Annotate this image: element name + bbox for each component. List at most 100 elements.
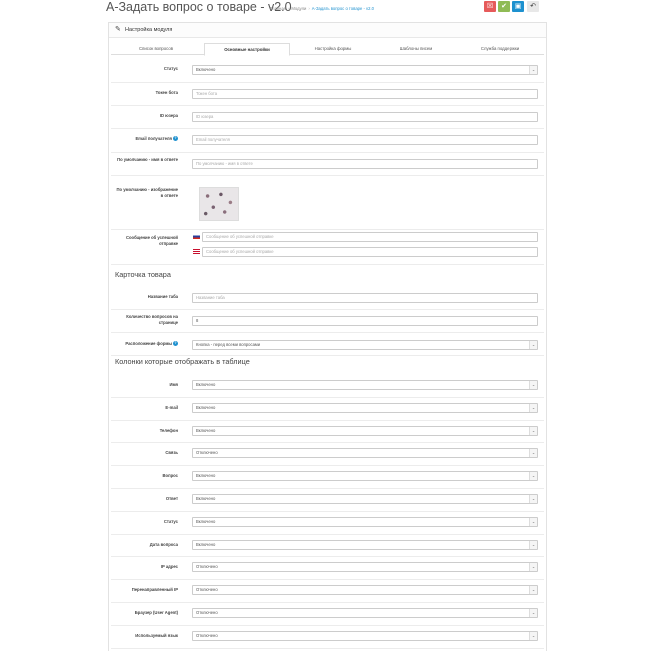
form-row: Токен бота Токен бота: [111, 82, 544, 106]
field-label-text: Сообщение об успешной отправке: [125, 235, 178, 246]
select-field[interactable]: Включено ⌄: [192, 471, 538, 482]
field-label-text: Ответ: [165, 496, 178, 501]
english-flag-icon: [193, 249, 200, 254]
field-label-text: Статус: [163, 518, 178, 524]
input-placeholder: ID юзера: [196, 114, 214, 119]
field-label-text: По умолчанию - имя в ответе: [117, 157, 178, 162]
select-value: Включено: [196, 496, 216, 501]
field-label-text: Имя: [169, 382, 178, 387]
field-label: Email получателя?: [114, 136, 178, 142]
select-value: Кнопка - перед всеми вопросами: [196, 342, 261, 347]
select-field[interactable]: Кнопка - перед всеми вопросами ⌄: [192, 340, 538, 350]
select-field[interactable]: Отключено ⌄: [192, 630, 538, 641]
field-label: Токен бота: [114, 90, 178, 96]
field-label: Количество вопросов на странице: [114, 314, 178, 326]
chevron-down-icon: ⌄: [529, 341, 537, 349]
form-row: Статус Включено ⌄: [111, 511, 544, 535]
text-input[interactable]: Название таба: [192, 293, 538, 303]
text-input[interactable]: Email получателя: [192, 135, 538, 145]
select-field[interactable]: Включено ⌄: [192, 516, 538, 527]
chevron-down-icon: ⌄: [529, 403, 537, 412]
select-field[interactable]: Отключено ⌄: [192, 562, 538, 573]
form-row: Имя Включено ⌄: [111, 374, 544, 398]
field-label-text: Используемый язык: [135, 632, 178, 638]
save-button[interactable]: ✔: [498, 1, 510, 12]
form-row: Расположение формы? Кнопка - перед всеми …: [111, 333, 544, 356]
form-row: E-mail Включено ⌄: [111, 397, 544, 421]
select-field[interactable]: Включено ⌄: [192, 380, 538, 390]
back-button[interactable]: ↶: [527, 1, 539, 12]
field-label-text: Статус: [163, 66, 178, 71]
select-field[interactable]: Отключено ⌄: [192, 585, 538, 596]
text-input[interactable]: 8: [192, 316, 538, 326]
default-image-thumbnail[interactable]: [199, 187, 239, 221]
select-field[interactable]: Включено ⌄: [192, 494, 538, 504]
tab-0[interactable]: Список вопросов: [111, 43, 201, 54]
field-label-text: Количество вопросов на странице: [126, 314, 178, 325]
select-value: Включено: [196, 382, 216, 387]
select-field[interactable]: Включено ⌄: [192, 65, 538, 75]
select-field[interactable]: Включено ⌄: [192, 402, 538, 413]
tab-3[interactable]: Шаблоны писем: [378, 43, 454, 54]
help-icon[interactable]: ?: [173, 136, 178, 142]
tab-bar: Список вопросов Основные настройки Настрой…: [111, 43, 544, 56]
select-field[interactable]: Отключено ⌄: [192, 608, 538, 618]
chevron-down-icon: ⌄: [529, 66, 537, 74]
field-label-text: E-mail: [165, 404, 178, 410]
tab-4[interactable]: Служба поддержки: [456, 43, 544, 54]
select-value: Включено: [196, 473, 216, 479]
text-input[interactable]: Сообщение об успешной отправке: [202, 232, 538, 242]
text-input[interactable]: Сообщение об успешной отправке: [202, 247, 538, 257]
input-placeholder: Токен бота: [196, 91, 218, 96]
select-field[interactable]: Включено ⌄: [192, 425, 538, 436]
field-label: Статус: [114, 66, 178, 72]
field-label: Дата вопроса: [114, 542, 178, 548]
settings-panel: ✎ Настройка модуля Список вопросов Основн…: [108, 22, 547, 651]
select-value: Отключено: [196, 564, 218, 570]
select-value: Включено: [196, 541, 216, 547]
chevron-down-icon: ⌄: [529, 563, 537, 572]
chevron-down-icon: ⌄: [529, 426, 537, 435]
russian-flag-icon: [193, 234, 200, 239]
breadcrumb-home[interactable]: Главная: [270, 6, 286, 11]
form-row: Связь Отключено ⌄: [111, 442, 544, 467]
field-label-text: Связь: [165, 450, 178, 456]
select-value: Включено: [196, 404, 216, 410]
breadcrumb-current[interactable]: А-Задать вопрос о товаре - v2.0: [312, 6, 374, 11]
select-value: Включено: [196, 518, 216, 524]
form-row: Дата вопроса Включено ⌄: [111, 534, 544, 558]
select-value: Включено: [196, 427, 216, 433]
save-stay-button[interactable]: ▣: [512, 1, 524, 12]
chevron-down-icon: ⌄: [529, 631, 537, 640]
form-row: Ответ Включено ⌄: [111, 488, 544, 512]
form-row: Телефон Включено ⌄: [111, 420, 544, 444]
text-input[interactable]: ID юзера: [192, 112, 538, 122]
cancel-red-button[interactable]: ☒: [484, 1, 496, 12]
field-label: Телефон: [114, 428, 178, 434]
select-field[interactable]: Включено ⌄: [192, 539, 538, 550]
text-input[interactable]: Токен бота: [192, 89, 538, 99]
field-label: Статус: [114, 519, 178, 525]
field-label-text: Email получателя: [135, 136, 173, 141]
field-label: IP адрес: [114, 564, 178, 570]
select-value: Отключено: [196, 587, 218, 593]
field-label-text: Расположение формы: [125, 341, 172, 346]
field-label-text: Дата вопроса: [149, 541, 178, 547]
tab-1[interactable]: Основные настройки: [204, 43, 290, 56]
select-field[interactable]: Отключено ⌄: [192, 448, 538, 459]
field-label: Используемый язык: [114, 633, 178, 639]
tab-2[interactable]: Настройка формы: [291, 43, 375, 54]
breadcrumb-modules[interactable]: Модули: [291, 6, 306, 11]
input-value: 8: [196, 318, 199, 323]
field-label: Сообщение об успешной отправке: [114, 235, 178, 247]
chevron-down-icon: ⌄: [529, 495, 537, 503]
page: А-Задать вопрос о товаре - v2.0 Главная ›…: [104, 0, 547, 651]
field-label: Имя: [114, 382, 178, 388]
text-input[interactable]: По умолчанию - имя в ответе: [192, 159, 538, 169]
field-label-text: Браузер (User Agent): [134, 610, 178, 615]
section-title-product: Карточка товара: [115, 270, 171, 279]
help-icon[interactable]: ?: [173, 341, 178, 347]
panel-heading: ✎ Настройка модуля: [109, 23, 546, 38]
field-label: Ответ: [114, 496, 178, 502]
field-label: Название таба: [114, 294, 178, 300]
